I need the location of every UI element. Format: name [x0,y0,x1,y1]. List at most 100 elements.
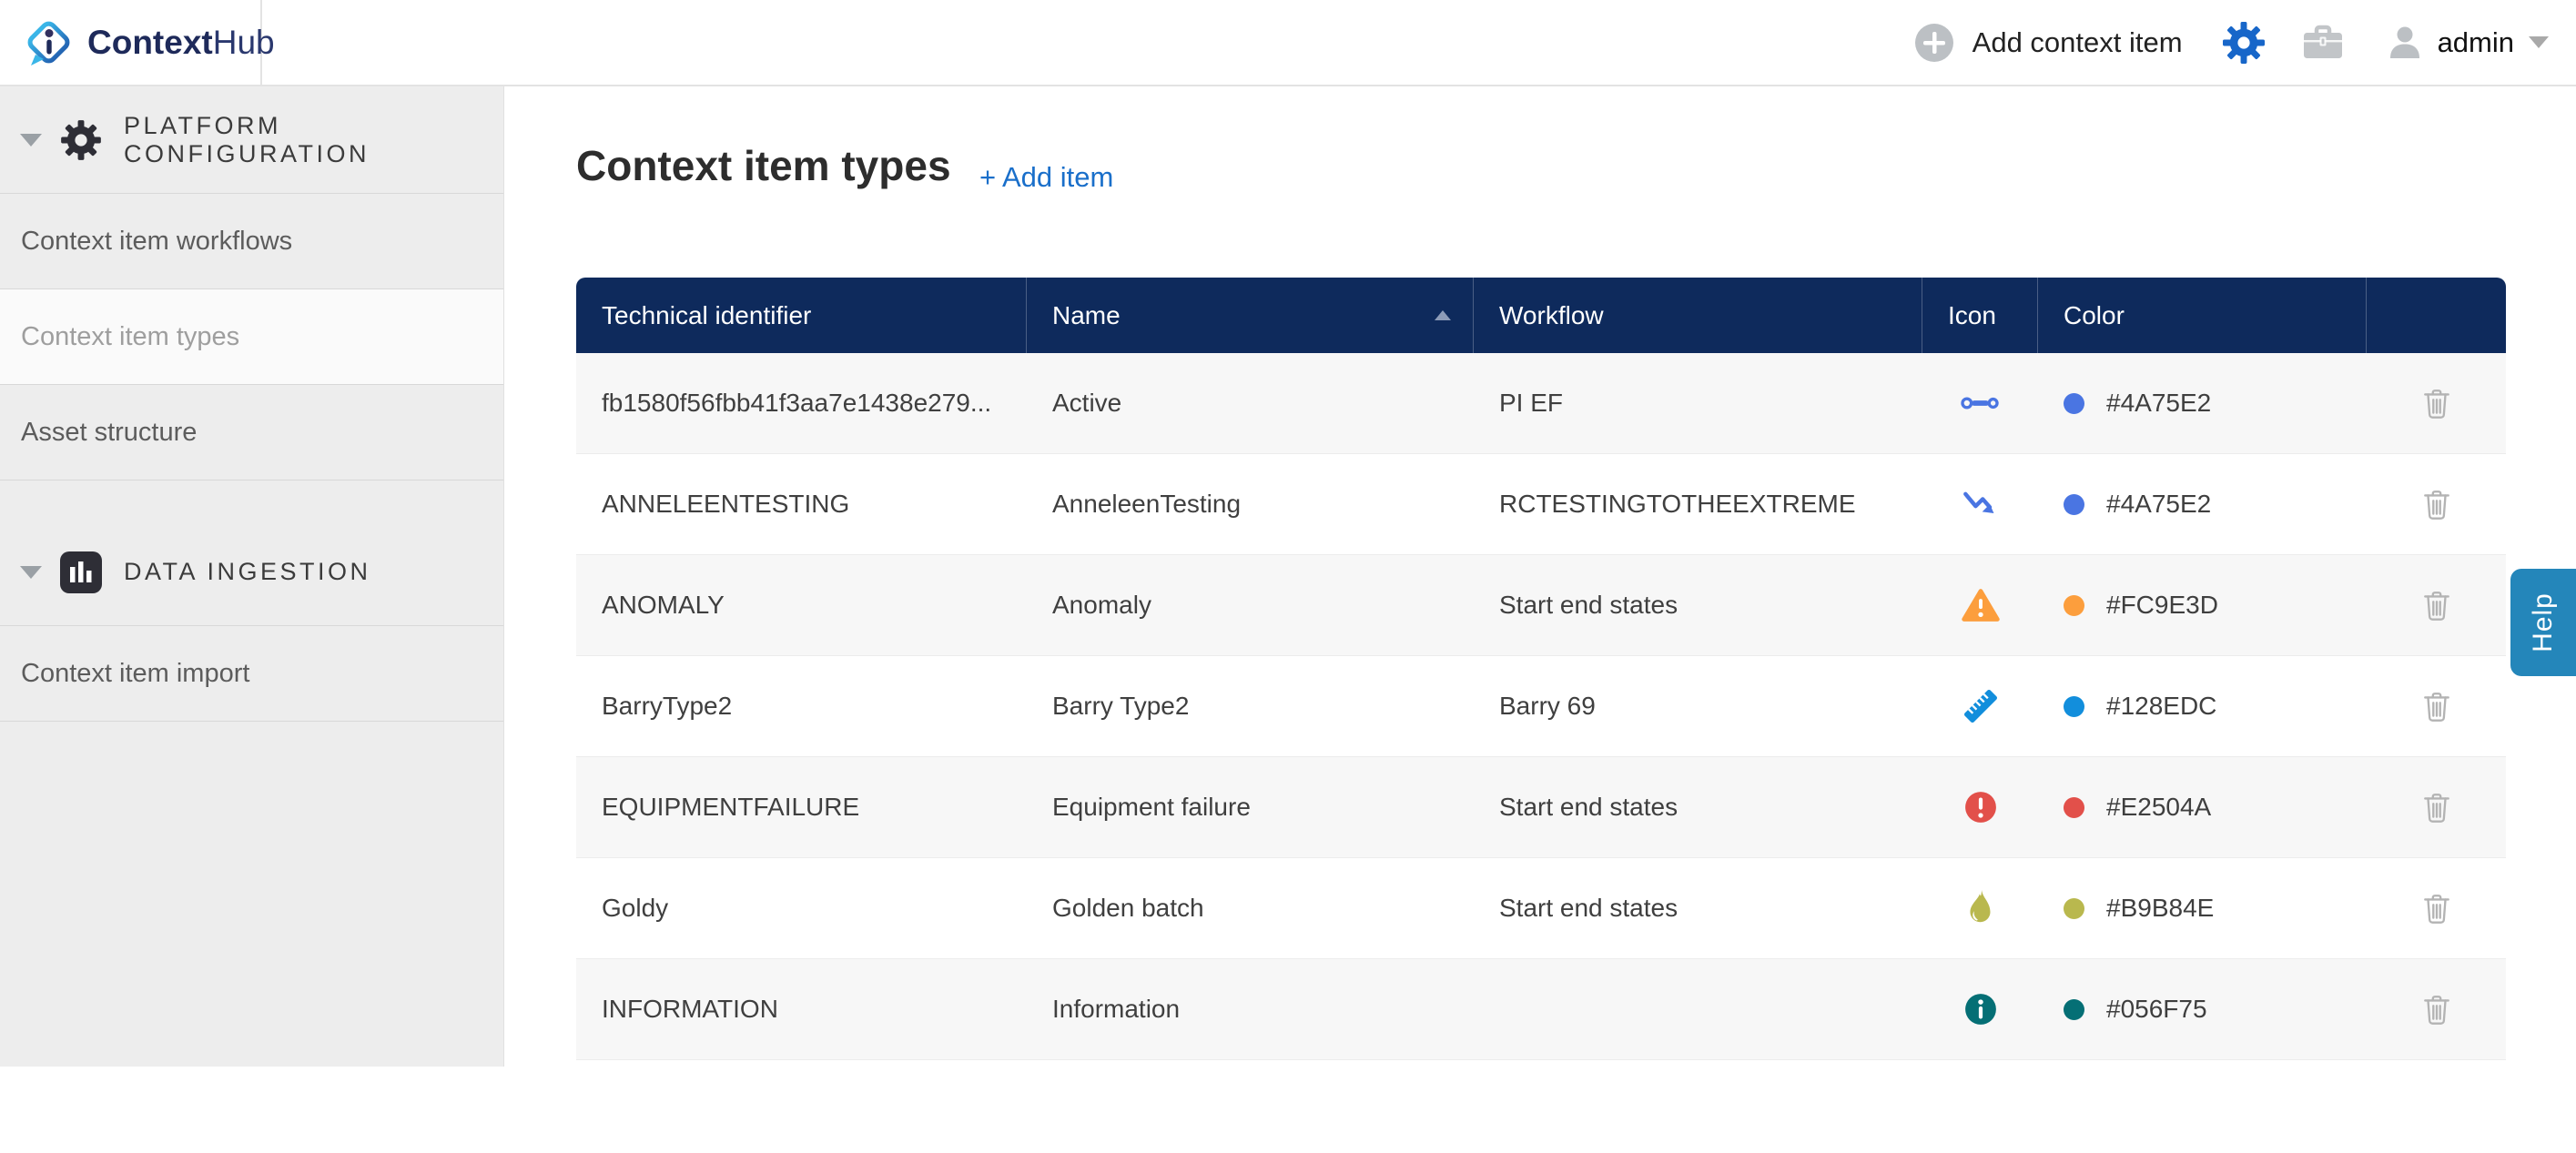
trend-down-icon [1962,490,1999,519]
table-row[interactable]: fb1580f56fbb41f3aa7e1438e279...ActivePI … [576,353,2506,453]
cell-workflow: PI EF [1474,353,1922,453]
cell-technical-identifier: EQUIPMENTFAILURE [576,757,1027,857]
cell-icon [1922,656,2038,756]
cell-color: #B9B84E [2038,858,2367,958]
cell-workflow: Start end states [1474,555,1922,655]
sidebar-item-asset-structure[interactable]: Asset structure [0,385,503,480]
cell-workflow: Start end states [1474,757,1922,857]
main-content: Context item types + Add item Technical … [505,86,2576,1067]
help-tab-label: Help [2528,592,2559,652]
color-hex-value: #4A75E2 [2106,389,2211,418]
sidebar-item-context-item-workflows[interactable]: Context item workflows [0,194,503,289]
table-row[interactable]: BarryType2Barry Type2Barry 69 #128EDC [576,655,2506,756]
column-header-color[interactable]: Color [2038,278,2367,353]
cell-color: #056F75 [2038,959,2367,1059]
sidebar-section-data-ingestion[interactable]: DATA INGESTION [0,480,503,626]
info-circle-icon [1963,992,1998,1027]
cell-workflow: RCTESTINGTOTHEEXTREME [1474,454,1922,554]
app-logo[interactable]: ContextHub [0,0,262,85]
ruler-icon [1962,687,2000,725]
cell-name: Anomaly [1027,555,1474,655]
bar-chart-icon [60,551,102,593]
color-swatch-dot [2064,595,2084,616]
column-header-technical-identifier[interactable]: Technical identifier [576,278,1027,353]
color-swatch-dot [2064,999,2084,1020]
color-swatch-dot [2064,797,2084,818]
delete-row-button[interactable] [2422,589,2451,622]
user-name: admin [2438,26,2514,59]
user-avatar-icon [2387,25,2423,61]
add-item-link[interactable]: + Add item [979,161,1113,194]
sidebar-item-context-item-types[interactable]: Context item types [0,289,503,385]
exclamation-circle-icon [1963,790,1998,824]
key-link-icon [1961,392,2001,414]
table-row[interactable]: GoldyGolden batchStart end states #B9B84… [576,857,2506,958]
app-title: ContextHub [87,24,275,62]
delete-row-button[interactable] [2422,892,2451,925]
color-hex-value: #FC9E3D [2106,591,2218,620]
help-tab-button[interactable]: Help [2510,569,2576,676]
cell-actions [2367,656,2506,756]
color-swatch-dot [2064,898,2084,919]
cell-actions [2367,555,2506,655]
cell-workflow: Start end states [1474,858,1922,958]
sidebar-item-context-item-import[interactable]: Context item import [0,626,503,722]
context-item-types-table: Technical identifierNameWorkflowIconColo… [576,278,2506,1078]
delete-row-button[interactable] [2422,993,2451,1026]
sidebar-section-platform-configuration[interactable]: PLATFORM CONFIGURATION [0,86,503,194]
chevron-down-icon [2529,36,2549,48]
column-header-icon[interactable]: Icon [1922,278,2038,353]
table-row[interactable]: EQUIPMENTFAILUREEquipment failureStart e… [576,756,2506,857]
cell-workflow: Barry 69 [1474,656,1922,756]
cell-name: Information [1027,959,1474,1059]
cell-color: #E2504A [2038,757,2367,857]
cell-name: AnneleenTesting [1027,454,1474,554]
cell-color: #4A75E2 [2038,454,2367,554]
column-header-workflow[interactable]: Workflow [1474,278,1922,353]
cell-name: Barry Type2 [1027,656,1474,756]
contexthub-logo-icon [24,17,75,68]
chevron-down-icon [20,566,42,579]
cell-technical-identifier: ANNELEENTESTING [576,454,1027,554]
color-hex-value: #B9B84E [2106,894,2214,923]
plus-circle-icon [1914,23,1954,63]
flame-icon [1965,889,1996,927]
user-menu[interactable]: admin [2387,25,2549,61]
cell-technical-identifier: fb1580f56fbb41f3aa7e1438e279... [576,353,1027,453]
cell-actions [2367,858,2506,958]
color-swatch-dot [2064,393,2084,414]
briefcase-icon[interactable] [2301,23,2345,63]
table-row[interactable]: ANOMALYAnomalyStart end states #FC9E3D [576,554,2506,655]
color-hex-value: #E2504A [2106,793,2211,822]
gear-icon [60,119,102,161]
delete-row-button[interactable] [2422,690,2451,723]
chevron-down-icon [20,134,42,147]
cell-actions [2367,757,2506,857]
warning-triangle-icon [1962,588,2000,622]
cell-color: #FC9E3D [2038,555,2367,655]
cell-name: Golden batch [1027,858,1474,958]
color-hex-value: #056F75 [2106,995,2207,1024]
settings-gear-icon[interactable] [2223,22,2265,64]
cell-color: #4A75E2 [2038,353,2367,453]
delete-row-button[interactable] [2422,791,2451,824]
add-context-item-button[interactable]: Add context item [1914,23,2183,63]
cell-technical-identifier: INFORMATION [576,959,1027,1059]
page-title: Context item types [576,141,951,190]
cell-technical-identifier: BarryType2 [576,656,1027,756]
cell-color: #128EDC [2038,656,2367,756]
cell-icon [1922,555,2038,655]
cell-name: Active [1027,353,1474,453]
cell-actions [2367,959,2506,1059]
table-row[interactable]: INFORMATIONInformation #056F75 [576,958,2506,1059]
column-header-actions[interactable] [2367,278,2506,353]
cell-workflow [1474,959,1922,1059]
delete-row-button[interactable] [2422,488,2451,521]
sort-ascending-icon [1435,310,1451,320]
table-header-row: Technical identifierNameWorkflowIconColo… [576,278,2506,353]
column-header-name[interactable]: Name [1027,278,1474,353]
delete-row-button[interactable] [2422,387,2451,420]
cell-icon [1922,757,2038,857]
cell-name: Equipment failure [1027,757,1474,857]
table-row[interactable]: ANNELEENTESTINGAnneleenTestingRCTESTINGT… [576,453,2506,554]
